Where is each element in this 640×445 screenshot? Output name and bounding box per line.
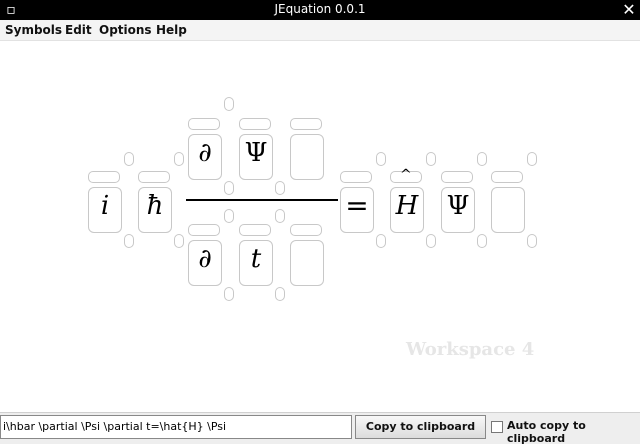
slot-handle[interactable] (376, 152, 386, 166)
slot-handle[interactable] (275, 181, 285, 195)
slot-handle[interactable] (477, 234, 487, 248)
empty-symbol-box[interactable] (290, 240, 324, 286)
symbol-psi: Ψ (446, 191, 470, 221)
symbol-partial: ∂ (198, 244, 212, 274)
superscript-slot[interactable] (340, 171, 372, 183)
copy-to-clipboard-button[interactable]: Copy to clipboard (355, 415, 486, 439)
workspace-watermark: Workspace 4 (406, 339, 535, 360)
hat-accent: ^ (400, 167, 412, 183)
slot-handle[interactable] (477, 152, 487, 166)
superscript-slot[interactable] (290, 224, 322, 236)
menu-help[interactable]: Help (156, 23, 187, 37)
slot-handle[interactable] (124, 234, 134, 248)
symbol-psi: Ψ (244, 138, 268, 168)
symbol-t: t (250, 244, 262, 274)
slot-handle[interactable] (426, 152, 436, 166)
bottom-toolbar: i\hbar \partial \Psi \partial t=\hat{H} … (0, 412, 640, 445)
empty-symbol-box[interactable] (491, 187, 525, 233)
auto-copy-checkbox[interactable] (491, 421, 503, 433)
symbol-i: i (100, 191, 110, 221)
auto-copy-label: Auto copy to clipboard (507, 419, 586, 445)
slot-handle[interactable] (224, 181, 234, 195)
slot-handle[interactable] (174, 234, 184, 248)
symbol-hbar: ħ (146, 191, 164, 221)
equation-workspace[interactable]: i ħ ∂ Ψ ∂ t = ^ H Ψ Workspace 4 (0, 41, 640, 412)
close-icon[interactable]: ✕ (620, 1, 638, 19)
superscript-slot[interactable] (138, 171, 170, 183)
superscript-slot[interactable] (491, 171, 523, 183)
slot-handle[interactable] (527, 234, 537, 248)
symbol-partial: ∂ (198, 138, 212, 168)
slot-handle[interactable] (527, 152, 537, 166)
slot-handle[interactable] (426, 234, 436, 248)
slot-handle[interactable] (124, 152, 134, 166)
superscript-slot[interactable] (441, 171, 473, 183)
slot-handle[interactable] (376, 234, 386, 248)
symbol-equals: = (345, 189, 369, 222)
menu-symbols[interactable]: Symbols (5, 23, 62, 37)
menu-bar: Symbols Edit Options Help (0, 20, 640, 41)
superscript-slot[interactable] (188, 118, 220, 130)
menu-options[interactable]: Options (99, 23, 152, 37)
superscript-slot[interactable] (188, 224, 220, 236)
superscript-slot[interactable] (88, 171, 120, 183)
slot-handle[interactable] (275, 287, 285, 301)
slot-handle[interactable] (275, 209, 285, 223)
fraction-bar[interactable] (186, 199, 338, 201)
superscript-slot[interactable] (290, 118, 322, 130)
slot-handle[interactable] (224, 209, 234, 223)
empty-symbol-box[interactable] (290, 134, 324, 180)
slot-handle[interactable] (174, 152, 184, 166)
symbol-H: H (395, 191, 419, 221)
title-bar: ▫ JEquation 0.0.1 ✕ (0, 0, 640, 20)
slot-handle[interactable] (224, 97, 234, 111)
latex-input[interactable]: i\hbar \partial \Psi \partial t=\hat{H} … (0, 415, 352, 439)
superscript-slot[interactable] (239, 224, 271, 236)
superscript-slot[interactable] (239, 118, 271, 130)
menu-edit[interactable]: Edit (65, 23, 92, 37)
window-title: JEquation 0.0.1 (274, 2, 366, 16)
slot-handle[interactable] (224, 287, 234, 301)
